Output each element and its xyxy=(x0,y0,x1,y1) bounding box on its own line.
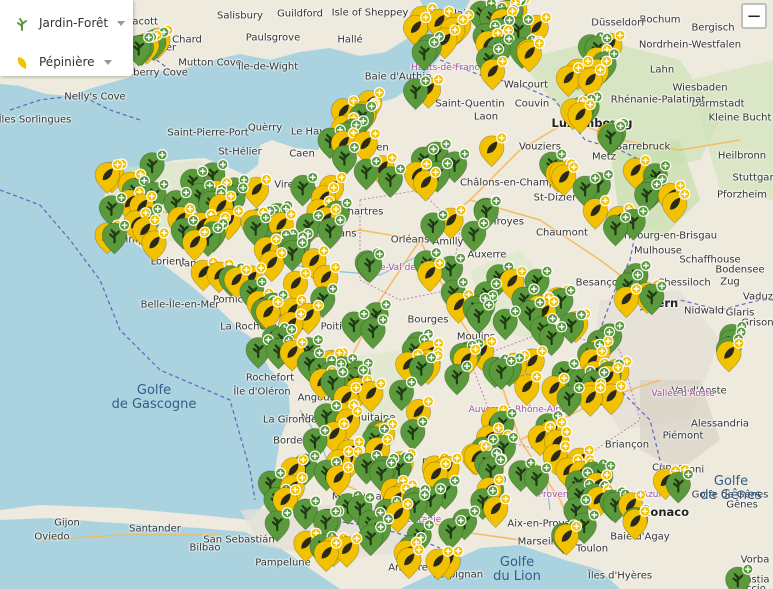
leaf-icon xyxy=(15,55,29,69)
jardin-foret-marker[interactable] xyxy=(353,155,382,191)
jardin-foret-marker[interactable] xyxy=(492,305,521,341)
map[interactable]: Stacott Salisbury Guildford Isle of Sheppey… xyxy=(0,0,773,589)
pepiniere-marker[interactable] xyxy=(94,159,124,195)
pepiniere-marker[interactable] xyxy=(479,132,508,168)
legend-item-pepiniere[interactable]: Pépinière xyxy=(15,55,112,69)
legend-item-jardin-foret[interactable]: Jardin-Forêt xyxy=(15,16,126,31)
jardin-foret-marker[interactable] xyxy=(264,507,293,543)
jardin-foret-marker[interactable] xyxy=(461,217,490,253)
chevron-down-icon xyxy=(103,59,112,65)
chevron-down-icon xyxy=(117,20,126,26)
jardin-foret-marker[interactable] xyxy=(420,209,449,245)
jardin-foret-marker[interactable] xyxy=(438,514,467,550)
jardin-foret-marker[interactable] xyxy=(725,563,754,589)
sprout-icon xyxy=(15,16,29,31)
legend-panel: Jardin-Forêt Pépinière xyxy=(0,0,133,76)
legend-label-jardin-foret: Jardin-Forêt xyxy=(39,16,109,30)
markers-layer xyxy=(94,0,754,589)
zoom-out-button[interactable]: − xyxy=(741,3,767,29)
legend-label-pepiniere: Pépinière xyxy=(39,55,95,69)
jardin-foret-marker[interactable] xyxy=(444,360,473,396)
jardin-foret-marker[interactable] xyxy=(400,416,429,452)
